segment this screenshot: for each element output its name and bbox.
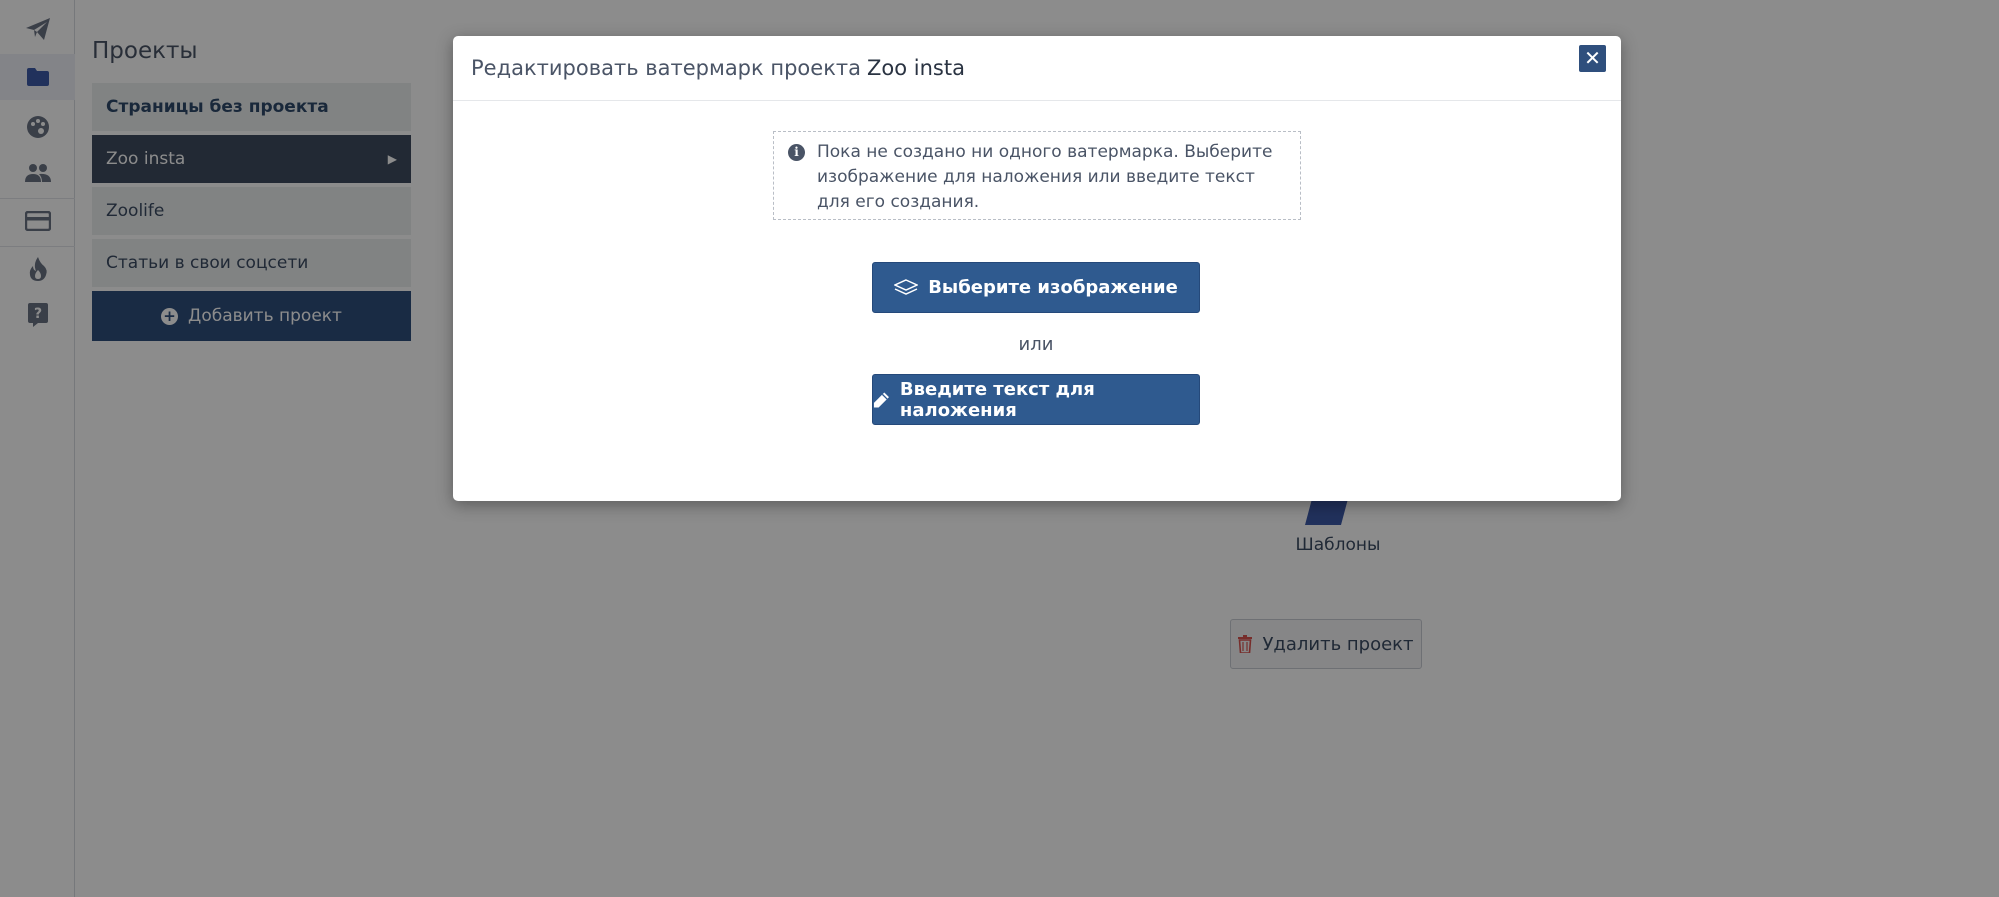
enter-text-button[interactable]: Введите текст для наложения bbox=[872, 374, 1200, 425]
layers-icon bbox=[894, 278, 919, 295]
modal-project-name: Zoo insta bbox=[867, 56, 965, 80]
pencil-icon bbox=[873, 391, 889, 408]
modal-header: Редактировать ватермарк проекта Zoo inst… bbox=[453, 36, 1621, 101]
info-notice: i Пока не создано ни одного ватермарка. … bbox=[773, 131, 1301, 220]
app-window: ? Проекты Страницы без проекта Zoo insta… bbox=[0, 0, 1999, 897]
choose-image-label: Выберите изображение bbox=[928, 277, 1178, 298]
choose-image-button[interactable]: Выберите изображение bbox=[872, 262, 1200, 313]
watermark-modal: Редактировать ватермарк проекта Zoo inst… bbox=[453, 36, 1621, 501]
close-button[interactable]: ✕ bbox=[1579, 45, 1606, 72]
enter-text-label: Введите текст для наложения bbox=[899, 378, 1095, 421]
or-divider-label: или bbox=[1018, 334, 1054, 355]
info-icon: i bbox=[788, 144, 805, 161]
modal-title: Редактировать ватермарк проекта bbox=[471, 56, 861, 80]
notice-text: Пока не создано ни одного ватермарка. Вы… bbox=[817, 142, 1273, 212]
close-icon: ✕ bbox=[1584, 46, 1601, 70]
